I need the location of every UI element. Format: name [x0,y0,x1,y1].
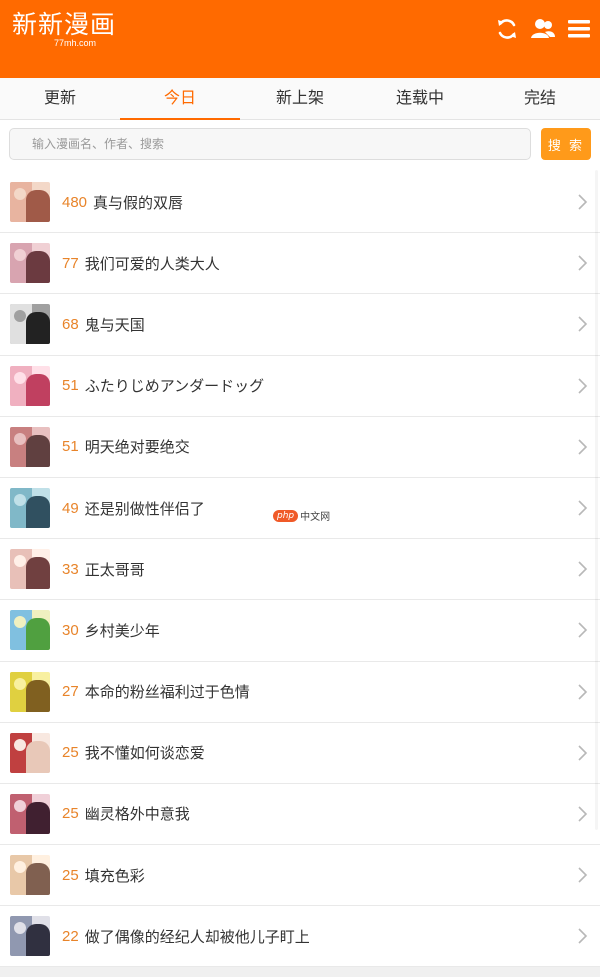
comic-cover-thumbnail [10,243,50,284]
list-item[interactable]: 68 鬼与天国 [0,294,600,356]
update-count: 25 [62,805,79,823]
chevron-right-icon [576,560,588,578]
comic-title: 真与假的双唇 [93,193,184,212]
list-item[interactable]: 22 做了偶像的经纪人却被他儿子盯上 [0,906,600,968]
chevron-right-icon [576,927,588,945]
chevron-right-icon [576,499,588,517]
search-button[interactable]: 搜 索 [541,128,591,160]
watermark-text: 中文网 [300,512,331,523]
chevron-right-icon [576,315,588,333]
search-input[interactable] [9,128,531,160]
comic-cover-thumbnail [10,732,50,773]
header-actions [494,16,592,42]
comic-cover-thumbnail [10,916,50,957]
list-item[interactable]: 77 我们可爱的人类大人 [0,233,600,295]
top-header: 新新漫画 77mh.com [0,0,600,78]
update-count: 25 [62,866,79,884]
comic-cover-thumbnail [10,549,50,590]
chevron-right-icon [576,254,588,272]
tab-ongoing[interactable]: 连载中 [360,78,480,119]
comic-cover-thumbnail [10,610,50,651]
search-bar: 搜 索 [0,120,600,172]
update-count: 68 [62,315,79,333]
site-logo[interactable]: 新新漫画 77mh.com [12,10,117,48]
comic-cover-thumbnail [10,182,50,223]
update-count: 49 [62,499,79,517]
user-icon[interactable] [530,16,556,42]
update-count: 77 [62,254,79,272]
chevron-right-icon [576,744,588,762]
list-item[interactable]: 51 明天绝对要绝交 [0,416,600,478]
update-count: 480 [62,193,88,211]
list-item[interactable]: 25 幽灵格外中意我 [0,783,600,846]
scrollbar[interactable] [595,170,598,830]
chevron-right-icon [576,805,588,823]
logo-title: 新新漫画 [12,10,117,39]
comic-title: 正太哥哥 [84,560,145,579]
comic-title: 我不懂如何谈恋爱 [84,744,205,763]
comic-title: 明天绝对要绝交 [84,438,190,457]
tab-update[interactable]: 更新 [0,78,120,119]
comic-title: 鬼与天国 [84,315,145,334]
comic-cover-thumbnail [10,426,50,467]
comic-cover-thumbnail [10,365,50,406]
chevron-right-icon [576,621,588,639]
tab-new[interactable]: 新上架 [240,78,360,119]
chevron-right-icon [576,683,588,701]
list-item[interactable]: 30 乡村美少年 [0,600,600,662]
list-item[interactable]: 25 我不懂如何谈恋爱 [0,722,600,784]
update-count: 22 [62,927,79,945]
comic-cover-thumbnail [10,671,50,712]
update-count: 33 [62,560,79,578]
list-item[interactable]: 480 真与假的双唇 [0,172,600,234]
chevron-right-icon [576,193,588,211]
comic-cover-thumbnail [10,304,50,345]
comic-title: 填充色彩 [84,866,145,885]
update-count: 51 [62,438,79,456]
comic-cover-thumbnail [10,793,50,834]
watermark: php 中文网 [273,508,330,523]
watermark-logo: php [273,509,299,522]
comic-title: ふたりじめアンダードッグ [84,377,265,396]
comic-cover-thumbnail [10,855,50,896]
update-count: 25 [62,744,79,762]
chevron-right-icon [576,438,588,456]
tab-today[interactable]: 今日 [120,78,240,120]
comic-title: 我们可爱的人类大人 [84,254,220,273]
comic-list: 480 真与假的双唇 77 我们可爱的人类大人 68 鬼与天国 51 ふたりじめアンダードッグ… [0,172,600,968]
comic-title: 还是别做性伴侣了 [84,499,205,518]
tab-completed[interactable]: 完结 [480,78,600,119]
category-tabs: 更新 今日 新上架 连载中 完结 [0,78,600,120]
list-item[interactable]: 25 填充色彩 [0,845,600,907]
list-item[interactable]: 27 本命的粉丝福利过于色情 [0,661,600,723]
update-count: 51 [62,377,79,395]
comic-title: 做了偶像的经纪人却被他儿子盯上 [84,927,310,946]
chevron-right-icon [576,377,588,395]
comic-cover-thumbnail [10,488,50,529]
comic-title: 本命的粉丝福利过于色情 [84,683,250,702]
menu-icon[interactable] [566,16,592,42]
update-count: 27 [62,683,79,701]
logo-subtitle: 77mh.com [54,38,97,48]
update-count: 30 [62,621,79,639]
list-item[interactable]: 51 ふたりじめアンダードッグ [0,355,600,417]
comic-title: 幽灵格外中意我 [84,805,190,824]
list-item[interactable]: 33 正太哥哥 [0,539,600,601]
comic-title: 乡村美少年 [84,621,160,640]
refresh-icon[interactable] [494,16,520,42]
chevron-right-icon [576,866,588,884]
